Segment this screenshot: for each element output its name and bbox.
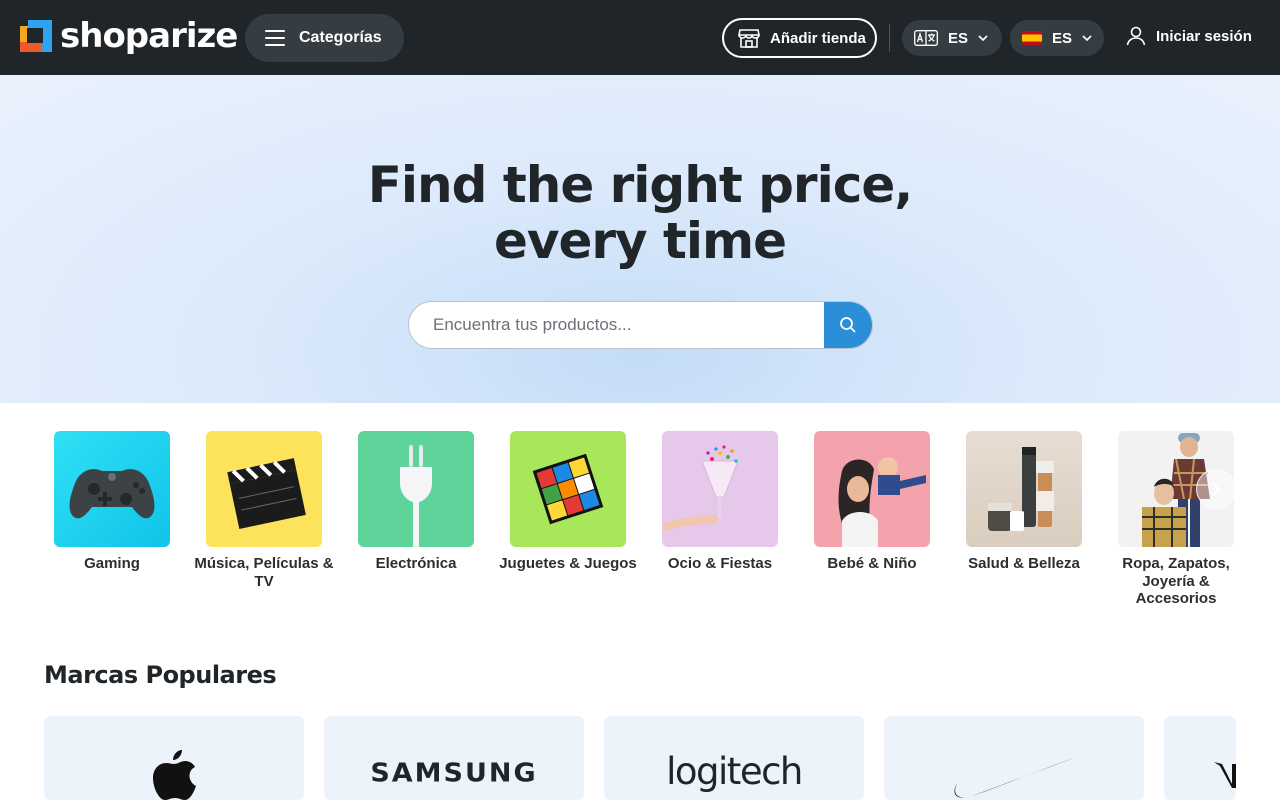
language-value: ES	[948, 29, 969, 47]
samsung-brand-text: SAMSUNG	[370, 758, 538, 789]
chevron-right-icon	[1212, 482, 1221, 496]
shoparize-logo-icon	[20, 20, 52, 52]
hero-title-line1: Find the right price,	[367, 156, 914, 214]
brand-card-apple[interactable]	[44, 716, 304, 800]
hero-title-line2: every time	[493, 212, 787, 270]
partial-brand-logo-icon	[1214, 762, 1236, 788]
popular-brands-title: Marcas Populares	[44, 661, 277, 689]
search-button[interactable]	[824, 302, 872, 348]
hero-title: Find the right price, every time	[0, 157, 1280, 269]
country-selector[interactable]: ES	[1010, 20, 1104, 56]
spain-flag-icon	[1022, 31, 1042, 45]
top-navbar: shoparize Categorías Añadir tienda ES ES…	[0, 0, 1280, 75]
gaming-category-image	[54, 431, 170, 547]
category-leisure-parties[interactable]: Ocio & Fiestas	[644, 431, 796, 573]
search-bar	[408, 301, 873, 349]
baby-category-image	[814, 431, 930, 547]
nike-swoosh-icon	[954, 758, 1074, 798]
category-label: Gaming	[84, 555, 140, 572]
category-music-movies-tv[interactable]: Música, Películas & TV	[188, 431, 340, 590]
country-value: ES	[1052, 29, 1073, 47]
music-category-image	[206, 431, 322, 547]
logitech-brand-text: logitech	[666, 750, 803, 793]
search-input[interactable]	[409, 302, 825, 348]
store-icon	[738, 29, 760, 48]
category-baby-kids[interactable]: Bebé & Niño	[796, 431, 948, 573]
leisure-category-image	[662, 431, 778, 547]
add-store-button[interactable]: Añadir tienda	[722, 18, 877, 58]
brand-card-nike[interactable]	[884, 716, 1144, 800]
hero-section: Find the right price, every time	[0, 75, 1280, 403]
category-electronics[interactable]: Electrónica	[340, 431, 492, 573]
hamburger-menu-icon	[265, 30, 285, 46]
user-icon	[1126, 26, 1146, 46]
login-label: Iniciar sesión	[1156, 27, 1252, 45]
category-label: Juguetes & Juegos	[499, 555, 637, 572]
chevron-down-icon	[978, 35, 988, 41]
category-label: Ocio & Fiestas	[667, 555, 773, 572]
category-health-beauty[interactable]: Salud & Belleza	[948, 431, 1100, 573]
category-toys-games[interactable]: Juguetes & Juegos	[492, 431, 644, 573]
add-store-label: Añadir tienda	[770, 29, 866, 47]
search-icon	[840, 317, 856, 333]
translate-icon	[914, 30, 938, 46]
toys-category-image	[510, 431, 626, 547]
category-label: Electrónica	[375, 555, 457, 572]
apple-logo-icon	[153, 750, 196, 800]
categories-label: Categorías	[299, 29, 382, 46]
brand-card-logitech[interactable]: logitech	[604, 716, 864, 800]
language-selector[interactable]: ES	[902, 20, 1002, 56]
category-label: Ropa, Zapatos, Joyería & Accesorios	[1122, 555, 1230, 607]
carousel-next-button[interactable]	[1196, 469, 1236, 509]
health-category-image	[966, 431, 1082, 547]
electronics-category-image	[358, 431, 474, 547]
logo-text: shoparize	[60, 16, 238, 56]
category-label: Música, Películas & TV	[194, 555, 334, 590]
category-label: Salud & Belleza	[968, 555, 1080, 572]
brand-card-partial[interactable]	[1164, 716, 1236, 800]
category-label: Bebé & Niño	[827, 555, 917, 572]
category-clothing-shoes[interactable]: Ropa, Zapatos, Joyería & Accesorios	[1100, 431, 1252, 608]
categories-menu-button[interactable]: Categorías	[245, 14, 404, 62]
shoparize-logo[interactable]: shoparize	[20, 16, 238, 56]
header-divider	[889, 24, 890, 52]
chevron-down-icon	[1082, 35, 1092, 41]
login-link[interactable]: Iniciar sesión	[1126, 26, 1252, 46]
brand-card-samsung[interactable]: SAMSUNG	[324, 716, 584, 800]
category-gaming[interactable]: Gaming	[36, 431, 188, 573]
